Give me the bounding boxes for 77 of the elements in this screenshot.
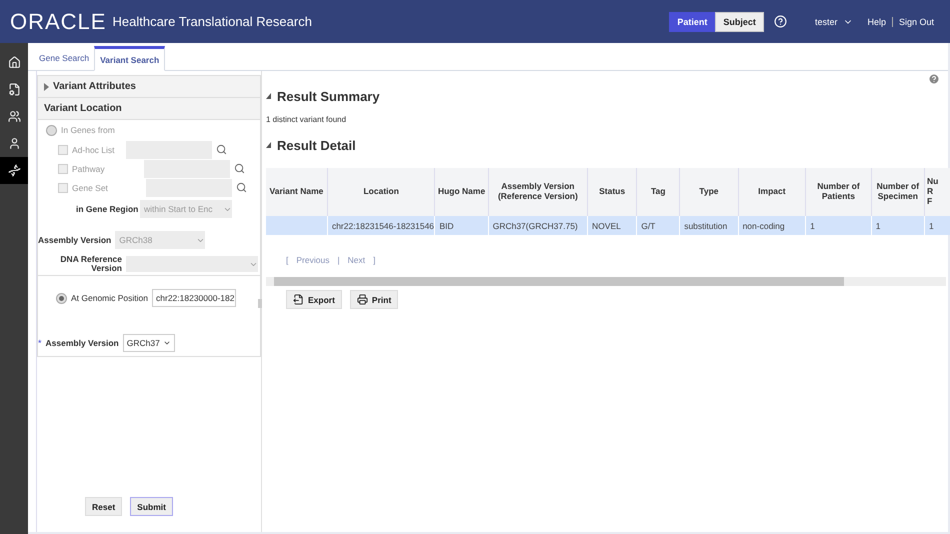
section-title: Result Detail <box>277 138 356 152</box>
table-cell: chr22:18231546-18231546 <box>327 216 435 235</box>
pager-text: [ <box>286 255 288 265</box>
submit-button[interactable]: Submit <box>130 497 173 516</box>
home-icon <box>8 56 20 69</box>
input-field[interactable]: chr22:18230000-182 <box>152 289 236 307</box>
search-icon[interactable] <box>236 182 247 193</box>
search-icon[interactable] <box>234 163 245 174</box>
table-cell: G/T <box>636 216 680 235</box>
column-header[interactable]: Impact <box>738 168 806 216</box>
user-menu[interactable]: tester <box>808 16 844 26</box>
section-title: Result Summary <box>277 88 380 104</box>
scrollbar[interactable] <box>266 277 946 286</box>
caret-icon <box>162 339 171 347</box>
required-mark: * <box>38 338 42 348</box>
document-icon <box>8 83 20 96</box>
option-label: Ad-hoc List <box>72 144 116 154</box>
collapse-icon[interactable] <box>266 142 271 148</box>
collapse-icon[interactable] <box>266 93 271 99</box>
app-title: Healthcare Translational Research <box>112 14 312 29</box>
dropdown[interactable]: GRCh37 <box>122 334 175 352</box>
column-header[interactable]: Nu R F <box>924 168 950 216</box>
field-label: Assembly Version <box>46 338 119 348</box>
pager-text: | <box>337 255 340 265</box>
section-header[interactable]: Variant Attributes <box>38 76 260 98</box>
column-header[interactable]: Hugo Name <box>434 168 488 216</box>
column-header[interactable]: Number of Specimen <box>871 168 924 216</box>
search-icon[interactable] <box>216 144 227 155</box>
column-header[interactable]: Assembly Version (Reference Version) <box>488 168 588 216</box>
table-cell: GRCh37(GRCH37.75) <box>488 216 588 235</box>
export-icon <box>293 294 304 305</box>
field-label: DNA Reference Version <box>59 254 122 274</box>
checkbox[interactable] <box>58 144 68 154</box>
option-label: At Genomic Position <box>71 293 148 303</box>
header-link[interactable]: Help <box>861 16 892 26</box>
help-icon[interactable] <box>774 15 787 28</box>
column-header[interactable]: Type <box>680 168 738 216</box>
checkbox[interactable] <box>58 164 68 174</box>
logo: ORACLE <box>10 8 106 34</box>
column-header[interactable]: Variant Name <box>266 168 328 216</box>
expand-icon <box>44 82 49 90</box>
summary-text: 1 distinct variant found <box>266 115 348 124</box>
field-label: in Gene Region <box>76 204 136 214</box>
radio-button[interactable] <box>56 292 67 304</box>
person-icon <box>8 137 20 150</box>
pager-text: ] <box>373 255 376 265</box>
column-header[interactable]: Status <box>588 168 637 216</box>
mode-toggle[interactable]: Subject <box>715 12 764 32</box>
mode-toggle[interactable]: Patient <box>669 12 716 32</box>
table-cell: substitution <box>680 216 738 235</box>
radio-button[interactable] <box>46 124 57 136</box>
checkbox[interactable] <box>58 182 68 192</box>
printer-icon <box>356 294 368 305</box>
table-cell: 1 <box>806 216 872 235</box>
splitter-handle[interactable] <box>258 299 262 308</box>
section-header[interactable]: Variant Location <box>38 98 260 120</box>
table-cell: non-coding <box>738 216 806 235</box>
export-button[interactable]: Export <box>286 290 342 309</box>
header-link[interactable]: Sign Out <box>892 16 940 26</box>
dna-icon <box>8 164 20 177</box>
column-header[interactable]: Location <box>327 168 435 216</box>
column-header[interactable]: Tag <box>636 168 680 216</box>
group-icon <box>8 110 20 123</box>
table-cell: NOVEL <box>588 216 637 235</box>
column-header[interactable]: Number of Patients <box>806 168 872 216</box>
option-label: Pathway <box>72 164 106 174</box>
option-label: Gene Set <box>72 182 109 192</box>
sidebar-item[interactable] <box>0 157 28 184</box>
reset-button[interactable]: Reset <box>85 497 122 516</box>
table-cell: 1 <box>871 216 924 235</box>
table-cell: BID <box>434 216 488 235</box>
field-label: Assembly Version <box>38 235 112 245</box>
table-cell: 1 <box>924 216 950 235</box>
tab[interactable]: Gene Search <box>34 46 94 70</box>
option-label: In Genes from <box>61 125 115 135</box>
print-button[interactable]: Print <box>350 290 398 309</box>
tab[interactable]: Variant Search <box>94 46 166 71</box>
